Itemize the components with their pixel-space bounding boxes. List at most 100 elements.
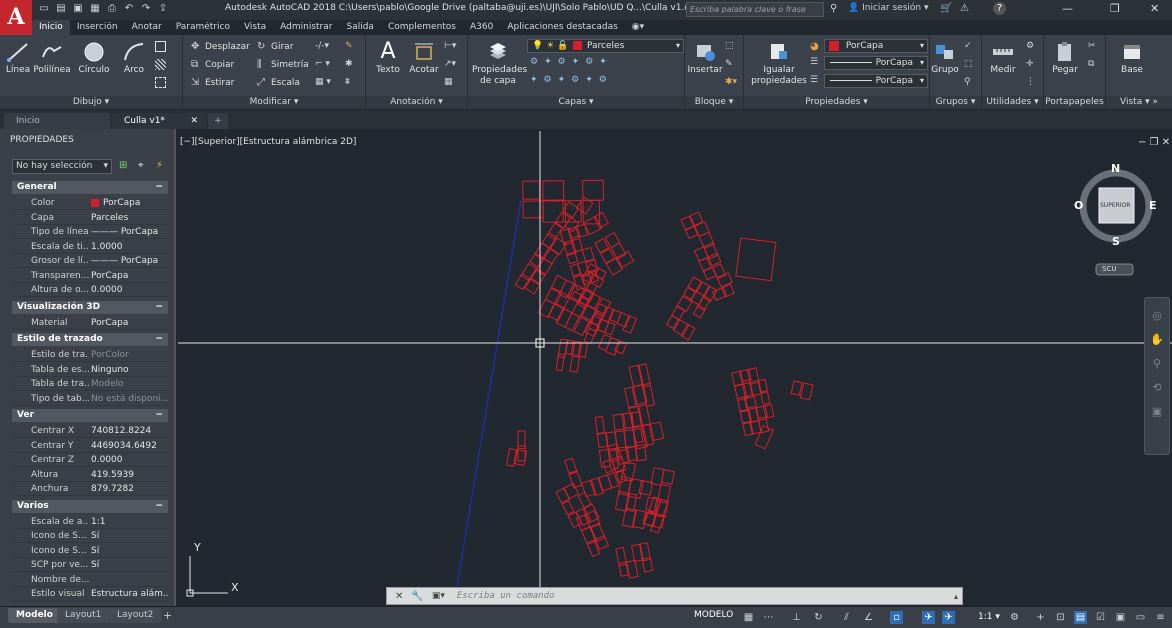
property-row[interactable]: Centrar X 740812.8224 [12, 424, 168, 438]
autodesk-app-icon[interactable]: ⚠ [960, 3, 969, 14]
steering-wheel-icon[interactable]: ◎ [1145, 304, 1169, 328]
panel-title-bloque[interactable]: Bloque ▾ [685, 96, 743, 109]
property-row[interactable]: Material PorCapa [12, 316, 168, 330]
annotation-scale[interactable]: 1:1 ▾ [978, 612, 1000, 622]
grid-icon[interactable]: ▦ [742, 611, 755, 624]
drawing-canvas[interactable]: [−][Superior][Estructura alámbrica 2D] Y… [178, 131, 1172, 606]
save-as-icon[interactable]: ▦ [89, 3, 101, 15]
snap-icon[interactable]: ⋯ [762, 611, 775, 624]
panel-title-utilidades[interactable]: Utilidades ▾ [982, 96, 1043, 109]
clipboard-copy-button[interactable]: ⧉ [1088, 59, 1094, 69]
units-icon[interactable]: ⊡ [1054, 611, 1067, 624]
property-row[interactable]: SCP por ve... Sí [12, 558, 168, 572]
paste-button[interactable]: Pegar [1050, 41, 1080, 76]
property-row[interactable]: Icono de S... Sí [12, 529, 168, 543]
tab-aplicaciones-destacadas[interactable]: Aplicaciones destacadas [500, 20, 624, 35]
panel-title-modificar[interactable]: Modificar ▾ [183, 96, 365, 109]
property-row[interactable]: Transparen... PorCapa [12, 269, 168, 283]
graphics-performance-icon[interactable]: ▭ [1134, 611, 1147, 624]
properties-section-4[interactable]: Varios − [12, 499, 168, 513]
tab-inicio[interactable]: Inicio [32, 20, 70, 35]
line-button[interactable]: Línea [4, 41, 32, 76]
lineweight-dropdown[interactable]: PorCapa [824, 74, 928, 88]
ungroup-button[interactable]: ✓ [964, 41, 972, 51]
properties-section-1[interactable]: Visualización 3D − [12, 300, 168, 314]
command-history-icon[interactable]: ▴ [954, 592, 958, 601]
leader-button[interactable]: ⊢▾ [444, 41, 456, 51]
create-block-button[interactable]: ⬚ [725, 41, 734, 51]
base-view-button[interactable]: Base [1118, 41, 1146, 76]
layout-tab-layout1[interactable]: Layout1 [57, 608, 110, 623]
cut-button[interactable]: ✂ [1088, 41, 1096, 51]
search-input[interactable]: Escriba palabra clave o frase [686, 2, 824, 17]
collapse-icon[interactable]: − [155, 500, 163, 513]
tab-vista[interactable]: Vista [237, 20, 273, 35]
attribute-button[interactable]: ✱▾ [725, 77, 737, 87]
tab-insercion[interactable]: Inserción [70, 20, 125, 35]
dimension-button[interactable]: Acotar [408, 41, 440, 76]
polyline-button[interactable]: Polilínea [33, 41, 71, 76]
close-tab-icon[interactable]: ✕ [190, 113, 198, 129]
autocad-logo-button[interactable]: A [0, 0, 32, 36]
save-icon[interactable]: ▣ [72, 3, 84, 15]
binoculars-icon[interactable]: ⚲ [830, 3, 837, 14]
properties-section-2[interactable]: Estilo de trazado − [12, 333, 168, 346]
isolate-objects-icon[interactable]: ▣ [1114, 611, 1127, 624]
group-select-button[interactable]: ⚲ [964, 77, 971, 87]
property-row[interactable]: Estilo de tra... PorColor [12, 348, 168, 362]
command-line[interactable]: ✕ 🔧 ▣▾ Escriba un comando ▴ [386, 587, 963, 605]
scale-button[interactable]: ⤢ Escala [257, 77, 300, 88]
layout-tab-layout2[interactable]: Layout2 [109, 608, 162, 623]
layer-dropdown[interactable]: 💡 ☀ 🔓 Parceles [527, 39, 684, 53]
orbit-icon[interactable]: ⟲ [1145, 376, 1169, 400]
measure-button[interactable]: Medir [986, 41, 1020, 76]
mirror-button[interactable]: ⫼ Simetría [257, 59, 309, 70]
plot-icon[interactable]: ⎙ [106, 3, 118, 15]
property-row[interactable]: Altura 419.5939 [12, 468, 168, 482]
showmotion-icon[interactable]: ▣ [1145, 400, 1169, 424]
close-icon[interactable]: ✕ [395, 591, 403, 602]
match-properties-button[interactable]: Igualar propiedades [748, 41, 810, 87]
arc-button[interactable]: Arco [120, 41, 148, 76]
collapse-icon[interactable]: − [155, 333, 163, 346]
doc-tab-inicio[interactable]: Inicio [4, 113, 110, 129]
collapse-icon[interactable]: − [155, 181, 163, 194]
property-row[interactable]: Escala de a... 1:1 [12, 515, 168, 529]
ribbon-toggle-icon[interactable]: ◉▾ [625, 20, 651, 35]
table-button[interactable]: ▦ [444, 77, 453, 87]
selection-dropdown[interactable]: No hay selección ▾ [12, 159, 112, 174]
property-row[interactable]: Tabla de tra... Modelo [12, 377, 168, 391]
maximize-icon[interactable]: ❐ [1110, 2, 1120, 15]
boundary-tool[interactable] [155, 77, 166, 88]
property-row[interactable]: Icono de S... Sí [12, 544, 168, 558]
offset-button[interactable]: ⩩ [345, 77, 350, 87]
property-row[interactable]: Estilo visual Estructura alám... [12, 587, 168, 601]
property-row[interactable]: Anchura 879.7282 [12, 482, 168, 496]
property-row[interactable]: Capa Parceles [12, 211, 168, 225]
close-icon[interactable]: ✕ [1150, 2, 1159, 15]
undo-icon[interactable]: ↶ [123, 3, 135, 15]
text-button[interactable]: A Texto [374, 41, 402, 76]
property-row[interactable]: Tipo de línea ——— PorCapa [12, 225, 168, 239]
tab-parametrico[interactable]: Paramétrico [169, 20, 237, 35]
property-row[interactable]: Escala de ti... 1.0000 [12, 240, 168, 254]
panel-title-vista[interactable]: Vista ▾ » [1106, 96, 1172, 109]
select-objects-icon[interactable]: ⌖ [138, 160, 144, 171]
circle-button[interactable]: Círculo [77, 41, 111, 76]
new-tab-button[interactable]: + [208, 113, 228, 129]
layout-tab-modelo[interactable]: Modelo [8, 608, 61, 623]
layer-tools-row-1[interactable]: ⚙✦⚙✦⚙✦ [530, 57, 613, 67]
hatch-tool[interactable] [155, 59, 166, 70]
copy-button[interactable]: ⧉ Copiar [191, 59, 234, 70]
customization-icon[interactable]: ≡ [1154, 611, 1167, 624]
tab-a360[interactable]: A360 [463, 20, 500, 35]
isodraft-icon[interactable]: ⫽ [840, 611, 853, 624]
tab-complementos[interactable]: Complementos [381, 20, 463, 35]
quick-select-icon[interactable]: ⚡ [156, 160, 163, 171]
share-icon[interactable]: ⇪ [157, 3, 169, 15]
annotation-autoscale-icon[interactable]: ✈ [942, 611, 955, 624]
edit-block-button[interactable]: ✎ [725, 59, 733, 69]
model-space-button[interactable]: MODELO [694, 610, 733, 620]
property-row[interactable]: Grosor de lí... ——— PorCapa [12, 254, 168, 268]
panel-title-propiedades[interactable]: Propiedades ▾ [744, 96, 929, 109]
